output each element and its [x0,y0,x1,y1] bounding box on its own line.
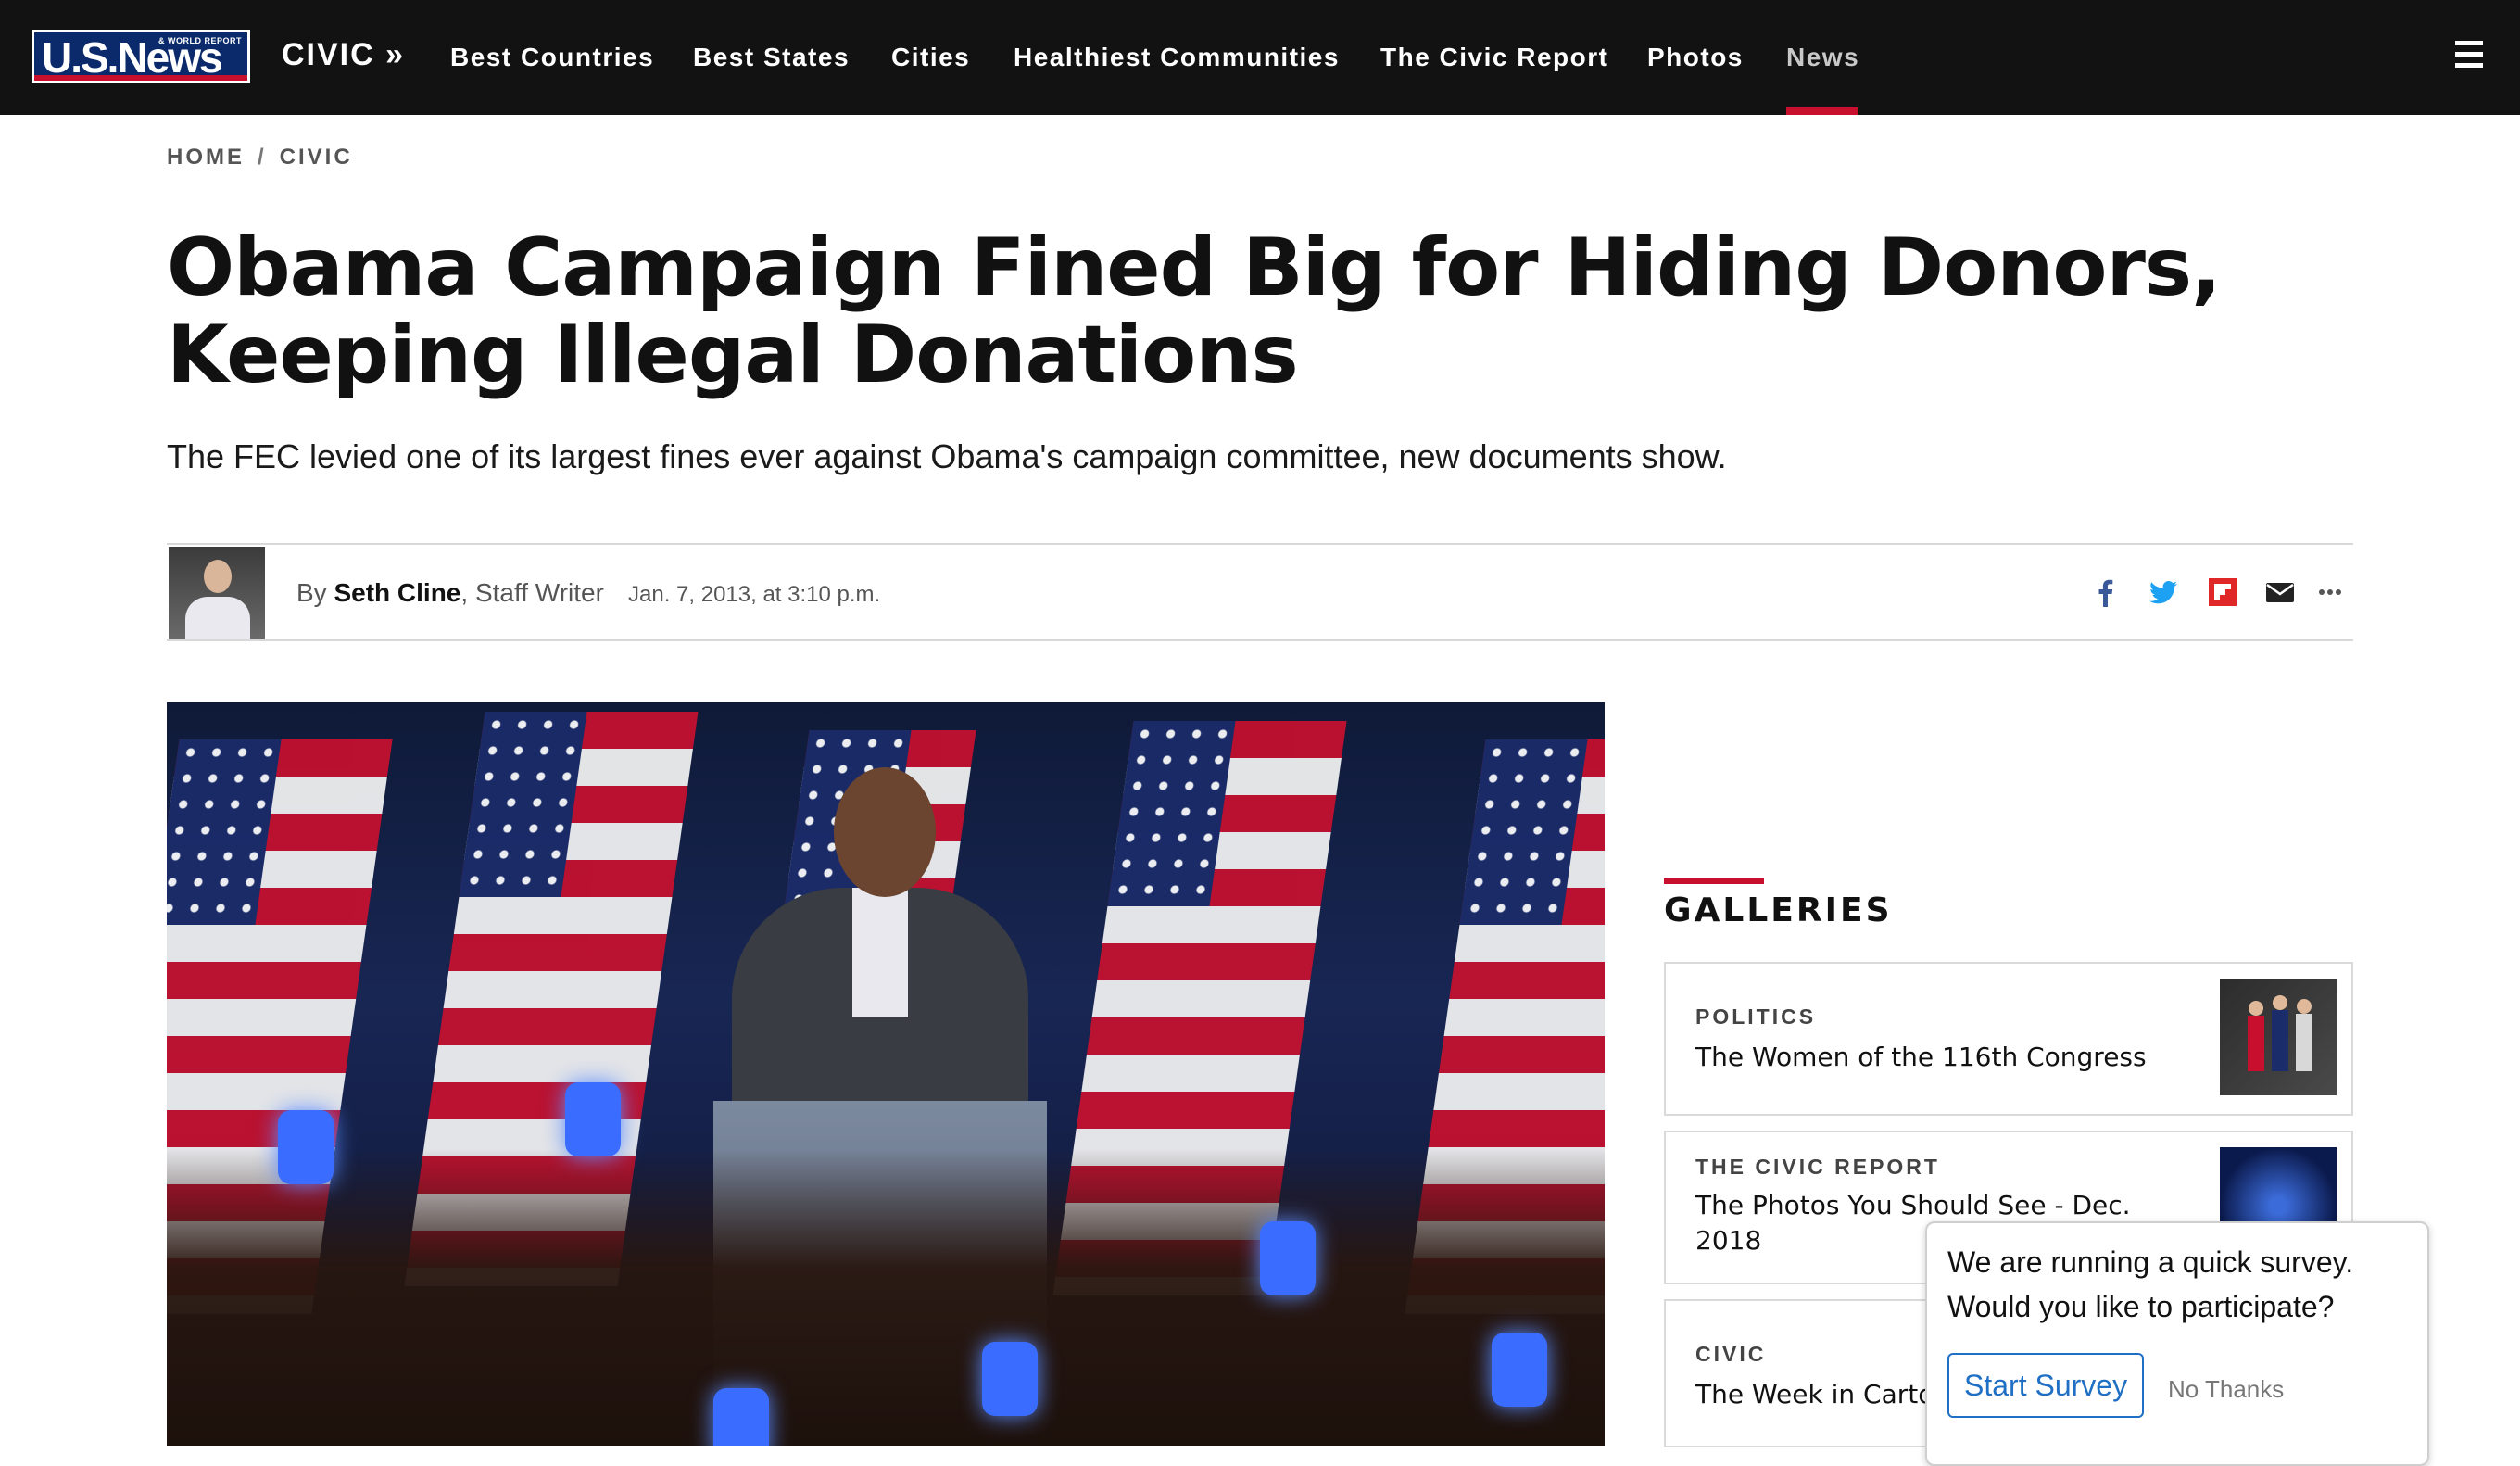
usnews-logo[interactable]: & WORLD REPORT U.S.News [32,30,250,83]
nav-item-civic-report[interactable]: The Civic Report [1380,43,1608,72]
breadcrumb-home[interactable]: HOME [167,145,245,170]
byline-prefix: By [296,578,327,607]
nav-section-civic[interactable]: CIVIC » [282,37,405,73]
twitter-icon[interactable] [2148,576,2179,608]
logo-text: U.S.News [42,33,223,82]
logo-red-bar [34,75,247,81]
phone-shape [278,1110,334,1184]
more-icon[interactable] [2316,576,2348,608]
facebook-icon[interactable] [2090,576,2122,608]
byline: By Seth Cline, Staff Writer [296,578,604,608]
breadcrumb-civic[interactable]: CIVIC [280,145,353,170]
gallery-kicker[interactable]: THE CIVIC REPORT [1695,1155,1940,1180]
phone-shape [565,1082,621,1156]
top-nav-bar: & WORLD REPORT U.S.News CIVIC » Best Cou… [0,0,2520,115]
gallery-kicker[interactable]: CIVIC [1695,1342,1766,1367]
gallery-card[interactable]: POLITICS The Women of the 116th Congress [1664,962,2353,1116]
breadcrumb-separator: / [258,145,267,170]
gallery-thumbnail[interactable] [2220,979,2337,1095]
article-dek: The FEC levied one of its largest fines … [167,437,1727,475]
breadcrumb: HOME / CIVIC [167,145,353,171]
phone-shape [1260,1221,1316,1295]
article-headline: Obama Campaign Fined Big for Hiding Dono… [167,221,2222,401]
nav-item-news[interactable]: News [1786,43,1859,72]
phone-shape [1492,1333,1547,1407]
no-thanks-link[interactable]: No Thanks [2168,1375,2284,1404]
author-name[interactable]: Seth Cline [334,578,460,607]
publish-date: Jan. 7, 2013, at 3:10 p.m. [628,582,881,607]
nav-item-cities[interactable]: Cities [891,43,970,72]
start-survey-button[interactable]: Start Survey [1947,1353,2145,1418]
nav-item-best-states[interactable]: Best States [693,43,850,72]
galleries-heading: GALLERIES [1664,891,1893,929]
speaker-shirt-shape [852,888,908,1017]
phone-shape [982,1342,1038,1416]
active-nav-indicator [1786,107,1858,115]
flipboard-icon[interactable] [2207,576,2238,608]
phone-shape [713,1388,769,1446]
nav-item-best-countries[interactable]: Best Countries [450,43,654,72]
survey-popup: We are running a quick survey. Would you… [1925,1221,2429,1466]
author-role: , Staff Writer [460,578,604,607]
author-avatar[interactable] [169,547,265,639]
speaker-face-shape [834,767,936,897]
galleries-accent-rule [1664,878,1764,884]
gallery-kicker[interactable]: POLITICS [1695,1005,1816,1030]
byline-bar: By Seth Cline, Staff Writer Jan. 7, 2013… [167,543,2353,641]
email-icon[interactable] [2264,576,2296,608]
hamburger-menu-icon[interactable] [2455,41,2483,69]
nav-item-healthiest-communities[interactable]: Healthiest Communities [1014,43,1340,72]
crowd-shape [167,1149,1605,1446]
survey-message: We are running a quick survey. Would you… [1947,1245,2354,1323]
article-hero-image [167,702,1605,1446]
nav-item-photos[interactable]: Photos [1647,43,1744,72]
gallery-title[interactable]: The Women of the 116th Congress [1695,1040,2159,1075]
